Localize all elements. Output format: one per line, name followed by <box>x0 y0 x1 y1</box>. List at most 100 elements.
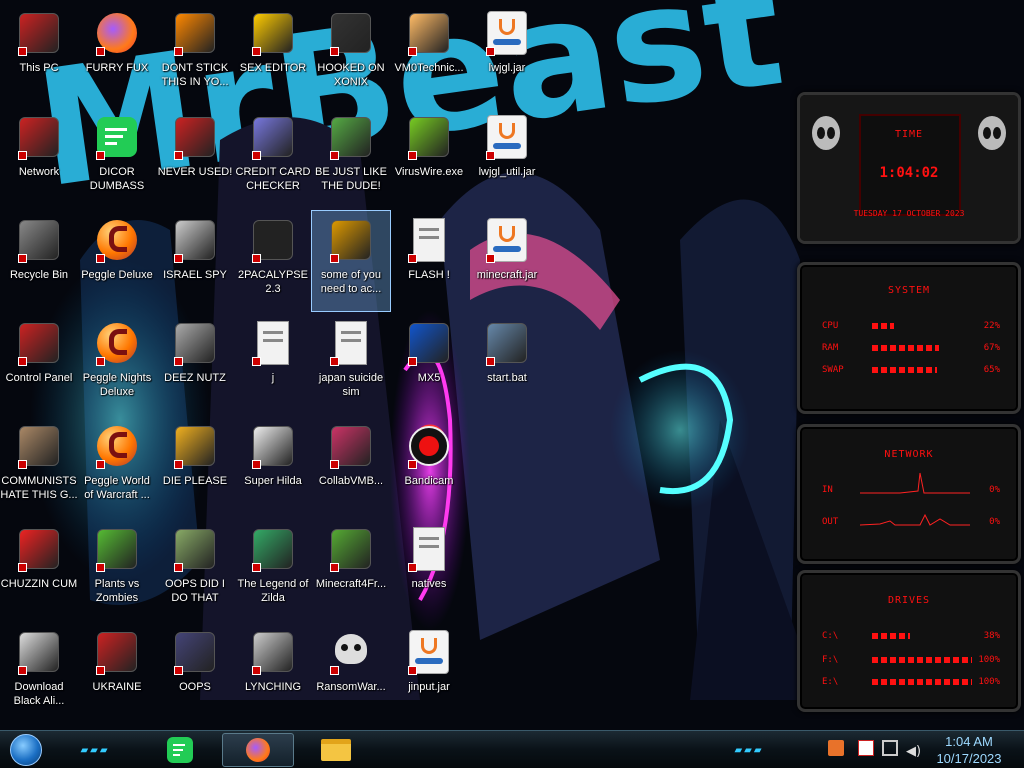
desktop-icon[interactable]: VirusWire.exe <box>390 108 468 208</box>
desktop-icon[interactable]: jinput.jar <box>390 623 468 723</box>
desktop-icon[interactable]: COMMUNISTS HATE THIS G... <box>0 417 78 517</box>
file-icon <box>404 215 454 265</box>
desktop-icon[interactable]: Peggle Nights Deluxe <box>78 314 156 414</box>
desktop-icon-label: This PC <box>19 62 59 74</box>
desktop-icon[interactable]: FLASH ! <box>390 211 468 311</box>
desktop-icon[interactable]: FURRY FUX <box>78 4 156 104</box>
shortcut-badge-icon <box>174 460 183 469</box>
pixelhero-icon <box>248 524 298 574</box>
desktop-icon-label: some of you need to ac... <box>320 269 382 295</box>
desktop-icon[interactable]: japan suicide sim <box>312 314 390 414</box>
desktop-icon[interactable]: Peggle Deluxe <box>78 211 156 311</box>
shortcut-badge-icon <box>96 460 105 469</box>
desktop-icon[interactable]: SEX EDITOR <box>234 4 312 104</box>
desktop-icon[interactable]: lwjgl.jar <box>468 4 546 104</box>
taskbar-app-chat[interactable] <box>160 733 200 767</box>
desktop-icon[interactable]: j <box>234 314 312 414</box>
doc-icon <box>326 318 376 368</box>
volume-icon[interactable]: ◀) <box>906 740 922 759</box>
desktop-icon[interactable]: OOPS DID I DO THAT <box>156 520 234 620</box>
desktop-icon[interactable]: The Legend of Zilda <box>234 520 312 620</box>
taskbar-app-explorer[interactable] <box>316 733 356 767</box>
desktop-icon[interactable]: DIE PLEASE <box>156 417 234 517</box>
desktop-icon-label: NEVER USED! <box>157 166 233 178</box>
desktop-icon[interactable]: VM0Technic... <box>390 4 468 104</box>
desktop-icon[interactable]: 2PACALYPSE 2.3 <box>234 211 312 311</box>
desktop-icon-label: COMMUNISTS HATE THIS G... <box>0 475 78 501</box>
recycle-icon <box>14 215 64 265</box>
desktop-icon[interactable]: minecraft.jar <box>468 211 546 311</box>
desktop-icon[interactable]: BE JUST LIKE THE DUDE! <box>312 108 390 208</box>
drives-row-value: 100% <box>978 655 1000 665</box>
desktop-icon[interactable]: Network <box>0 108 78 208</box>
desktop-icon[interactable]: DONT STICK THIS IN YO... <box>156 4 234 104</box>
taskbar-app-firefox[interactable] <box>222 733 294 767</box>
shortcut-badge-icon <box>174 151 183 160</box>
desktop-icon[interactable]: lwjgl_util.jar <box>468 108 546 208</box>
file-icon <box>248 318 298 368</box>
system-row-label: SWAP <box>822 365 844 375</box>
shortcut-badge-icon <box>96 563 105 572</box>
desktop-icon[interactable]: MX5 <box>390 314 468 414</box>
desktop-icon-label: DICOR DUMBASS <box>89 166 145 192</box>
desktop-icon[interactable]: Download Black Ali... <box>0 623 78 723</box>
desktop-icon-label: BE JUST LIKE THE DUDE! <box>315 166 387 192</box>
shortcut-badge-icon <box>96 254 105 263</box>
desktop-icon-label: Plants vs Zombies <box>94 578 140 604</box>
desktop-icon-label: Bandicam <box>404 475 454 487</box>
desktop-icon[interactable]: HOOKED ON XONIX <box>312 4 390 104</box>
desktop-icon[interactable]: RansomWar... <box>312 623 390 723</box>
taskbar-clock[interactable]: 1:04 AM 10/17/2023 <box>924 731 1014 767</box>
portrait-icon <box>170 524 220 574</box>
shortcut-badge-icon <box>330 357 339 366</box>
desktop-icon[interactable]: Recycle Bin <box>0 211 78 311</box>
shortcut-badge-icon <box>96 666 105 675</box>
desktop-icon[interactable]: LYNCHING <box>234 623 312 723</box>
shortcut-badge-icon <box>408 151 417 160</box>
lime-icon <box>404 112 454 162</box>
desktop-icon[interactable]: CHUZZIN CUM <box>0 520 78 620</box>
desktop-icon[interactable]: NEVER USED! <box>156 108 234 208</box>
desktop-icon-label: DIE PLEASE <box>162 475 228 487</box>
start-button[interactable] <box>6 733 46 767</box>
shortcut-badge-icon <box>252 254 261 263</box>
desktop-icon[interactable]: start.bat <box>468 314 546 414</box>
peggle-icon <box>92 318 142 368</box>
desktop-icon[interactable]: DICOR DUMBASS <box>78 108 156 208</box>
desktop-icon[interactable]: Minecraft4Fr... <box>312 520 390 620</box>
desktop-icon[interactable]: Plants vs Zombies <box>78 520 156 620</box>
desktop-icon[interactable]: Super Hilda <box>234 417 312 517</box>
drives-row-label: E:\ <box>822 677 839 687</box>
desktop-icon[interactable]: CREDIT CARD CHECKER <box>234 108 312 208</box>
desktop-icon[interactable]: some of you need to ac... <box>311 210 391 312</box>
desktop-icon[interactable]: Control Panel <box>0 314 78 414</box>
desktop-icon-label: DEEZ NUTZ <box>164 372 226 384</box>
shortcut-badge-icon <box>408 47 417 56</box>
desktop-icon-label: CollabVMB... <box>318 475 384 487</box>
shortcut-badge-icon <box>408 254 417 263</box>
desktop-icon[interactable]: Peggle World of Warcraft ... <box>78 417 156 517</box>
desktop-icon[interactable]: natives <box>390 520 468 620</box>
desktop-icon[interactable]: OOPS <box>156 623 234 723</box>
desktop-icon[interactable]: DEEZ NUTZ <box>156 314 234 414</box>
system-row-label: CPU <box>822 321 839 331</box>
desktop-icon-label: HOOKED ON XONIX <box>317 62 385 88</box>
drives-row-label: F:\ <box>822 655 839 665</box>
desktop-icon[interactable]: This PC <box>0 4 78 104</box>
shortcut-badge-icon <box>174 357 183 366</box>
system-usage-bar <box>872 345 939 351</box>
time-widget-title: TIME <box>894 129 924 140</box>
desktop-icon[interactable]: CollabVMB... <box>312 417 390 517</box>
flag-icon[interactable] <box>858 740 874 756</box>
desktop-icon[interactable]: Bandicam <box>390 417 468 517</box>
shortcut-badge-icon <box>252 151 261 160</box>
desktop-icon-label: FURRY FUX <box>85 62 149 74</box>
desktop-icon[interactable]: ISRAEL SPY <box>156 211 234 311</box>
monitor-icon <box>326 421 376 471</box>
network-row-label: OUT <box>822 517 839 527</box>
java-update-icon[interactable] <box>828 740 844 756</box>
shortcut-badge-icon <box>252 357 261 366</box>
network-icon[interactable] <box>882 740 898 756</box>
shortcut-badge-icon <box>174 666 183 675</box>
desktop-icon[interactable]: UKRAINE <box>78 623 156 723</box>
